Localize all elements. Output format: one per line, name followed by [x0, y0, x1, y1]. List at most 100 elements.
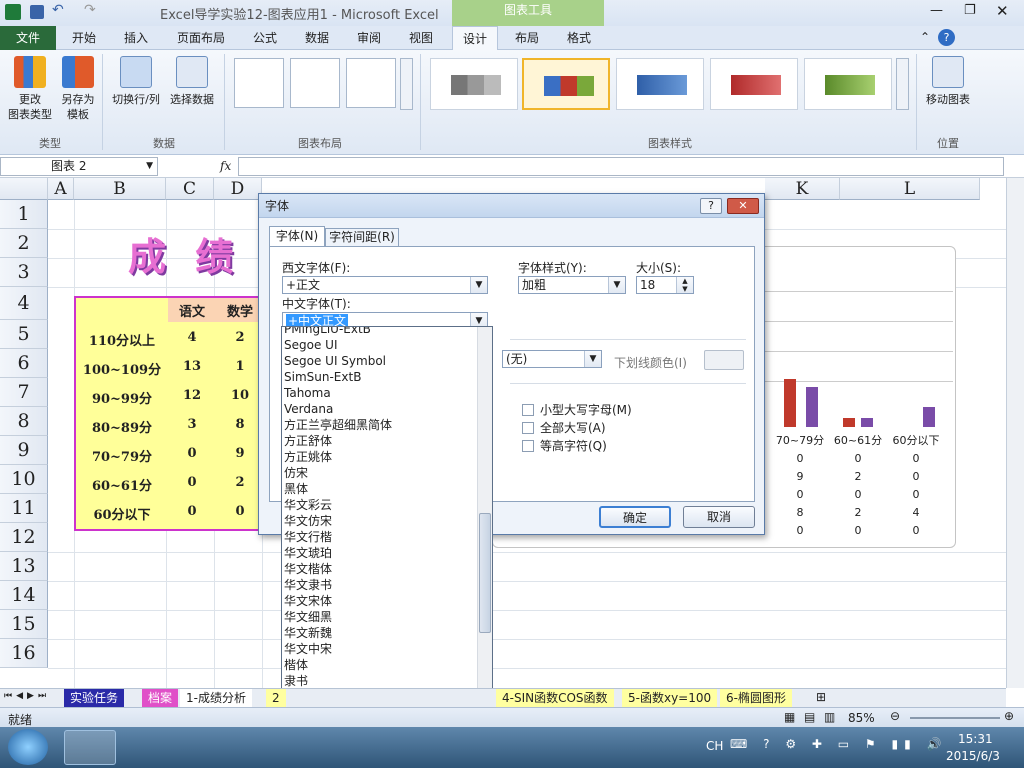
chart-style-3[interactable] [616, 58, 704, 110]
sheet-tab-xy[interactable]: 5-函数xy=100 [622, 689, 718, 707]
name-box[interactable]: 图表 2 ▼ [0, 157, 158, 176]
row-header-16[interactable]: 16 [0, 639, 48, 668]
tab-spacing[interactable]: 字符间距(R) [325, 228, 399, 246]
taskbar-excel-icon[interactable] [64, 730, 116, 765]
font-list-item[interactable]: 方正姚体 [282, 449, 492, 465]
font-list-item[interactable]: 华文隶书 [282, 577, 492, 593]
font-list-item[interactable]: 楷体 [282, 657, 492, 673]
font-list-item[interactable]: 华文琥珀 [282, 545, 492, 561]
minimize-button[interactable]: — [930, 3, 943, 18]
font-list-item[interactable]: Verdana [282, 401, 492, 417]
small-caps-checkbox[interactable]: 小型大写字母(M) [522, 401, 632, 418]
insert-sheet-icon[interactable]: ⊞ [816, 690, 826, 704]
row-header-15[interactable]: 15 [0, 610, 48, 639]
chart-bar[interactable] [784, 379, 796, 427]
ok-button[interactable]: 确定 [599, 506, 671, 528]
row-header-3[interactable]: 3 [0, 258, 48, 287]
equal-height-checkbox[interactable]: 等高字符(Q) [522, 437, 607, 454]
font-list-item[interactable]: 华文楷体 [282, 561, 492, 577]
tab-nav-arrows[interactable]: ⏮◀▶⏭ [4, 691, 50, 701]
font-list-item[interactable]: SimSun-ExtB [282, 369, 492, 385]
tab-review[interactable]: 审阅 [346, 26, 392, 50]
move-chart-button[interactable]: 移动图表 [920, 56, 976, 107]
dialog-help-button[interactable]: ? [700, 198, 722, 214]
chart-bar[interactable] [843, 418, 855, 427]
chart-layout-2[interactable] [290, 58, 340, 108]
undo-icon[interactable]: ↶ [52, 2, 64, 18]
sheet-tab-archive[interactable]: 档案 [142, 689, 179, 707]
collapse-ribbon-icon[interactable]: ⌃ [920, 30, 930, 44]
clock-date[interactable]: 2015/6/3 [946, 749, 1000, 763]
font-style-combo[interactable]: 加粗 ▼ [518, 276, 626, 294]
row-header-11[interactable]: 11 [0, 494, 48, 523]
select-data-button[interactable]: 选择数据 [166, 56, 218, 107]
tab-data[interactable]: 数据 [294, 26, 340, 50]
tray-icons[interactable]: ⌨ ? ⚙ ✚ ▭ ⚑ ▮▮ 🔊 [730, 737, 947, 751]
font-list-item[interactable]: PMingLiU-ExtB [282, 327, 492, 337]
row-header-13[interactable]: 13 [0, 552, 48, 581]
layout-gallery-scroll[interactable] [400, 58, 413, 110]
row-header-6[interactable]: 6 [0, 349, 48, 378]
tab-file[interactable]: 文件 [0, 26, 56, 50]
chart-layout-1[interactable] [234, 58, 284, 108]
row-header-2[interactable]: 2 [0, 229, 48, 258]
chart-bar[interactable] [861, 418, 873, 427]
start-button-icon[interactable] [8, 729, 48, 765]
western-font-combo[interactable]: +正文 ▼ [282, 276, 488, 294]
scroll-thumb[interactable] [479, 513, 491, 633]
tab-view[interactable]: 视图 [398, 26, 444, 50]
chevron-down-icon[interactable]: ▼ [584, 351, 601, 367]
font-list-item[interactable]: 华文仿宋 [282, 513, 492, 529]
dialog-close-button[interactable]: ✕ [727, 198, 759, 214]
change-chart-type-button[interactable]: 更改 图表类型 [4, 56, 56, 122]
switch-row-column-button[interactable]: 切换行/列 [108, 56, 164, 107]
input-language[interactable]: CH [706, 739, 723, 753]
restore-button[interactable]: ❐ [964, 3, 976, 18]
tab-layout[interactable]: 布局 [504, 26, 550, 50]
sheet-tab-task[interactable]: 实验任务 [64, 689, 125, 707]
zoom-slider[interactable] [910, 717, 1000, 719]
chart-layout-3[interactable] [346, 58, 396, 108]
zoom-level[interactable]: 85% [848, 711, 875, 725]
all-caps-checkbox[interactable]: 全部大写(A) [522, 419, 606, 436]
chart-style-2[interactable] [522, 58, 610, 110]
sheet-tab-ellipse[interactable]: 6-椭圆图形 [720, 689, 792, 707]
sheet-tab-score-analysis[interactable]: 1-成绩分析 [180, 689, 252, 707]
dropdown-scrollbar[interactable] [477, 327, 492, 719]
font-list-item[interactable]: 方正舒体 [282, 433, 492, 449]
clock-time[interactable]: 15:31 [958, 732, 993, 746]
tab-formulas[interactable]: 公式 [242, 26, 288, 50]
row-header-14[interactable]: 14 [0, 581, 48, 610]
font-list-item[interactable]: Segoe UI Symbol [282, 353, 492, 369]
excel-logo-icon[interactable] [5, 4, 21, 20]
row-header-7[interactable]: 7 [0, 378, 48, 407]
select-all-corner[interactable] [0, 178, 48, 200]
font-list-item[interactable]: 仿宋 [282, 465, 492, 481]
vertical-scrollbar[interactable] [1006, 178, 1024, 688]
zoom-out-icon[interactable]: ⊖ [890, 709, 900, 723]
chart-style-1[interactable] [430, 58, 518, 110]
font-list-item[interactable]: Tahoma [282, 385, 492, 401]
font-list-item[interactable]: Segoe UI [282, 337, 492, 353]
view-break-icon[interactable]: ▥ [824, 710, 835, 724]
font-list-item[interactable]: 华文宋体 [282, 593, 492, 609]
font-list-item[interactable]: 方正兰亭超细黑简体 [282, 417, 492, 433]
col-header-k[interactable]: K [765, 178, 840, 200]
underline-style-combo[interactable]: (无) ▼ [502, 350, 602, 368]
tab-page-layout[interactable]: 页面布局 [166, 26, 236, 50]
col-header-c[interactable]: C [166, 178, 214, 200]
font-size-spinner[interactable]: 18 ▲ ▼ [636, 276, 694, 294]
col-header-d[interactable]: D [214, 178, 262, 200]
col-header-l[interactable]: L [840, 178, 980, 200]
view-layout-icon[interactable]: ▤ [804, 710, 815, 724]
redo-icon[interactable]: ↷ [84, 2, 96, 18]
underline-color-button[interactable] [704, 350, 744, 370]
row-header-9[interactable]: 9 [0, 436, 48, 465]
row-header-5[interactable]: 5 [0, 320, 48, 349]
sheet-tab-2[interactable]: 2 [266, 689, 286, 707]
row-header-8[interactable]: 8 [0, 407, 48, 436]
tab-format[interactable]: 格式 [556, 26, 602, 50]
col-header-b[interactable]: B [74, 178, 166, 200]
chinese-font-dropdown-list[interactable]: PMingLiU-ExtB Segoe UI Segoe UI Symbol SimS… [281, 326, 493, 720]
fx-icon[interactable]: fx [220, 159, 231, 173]
